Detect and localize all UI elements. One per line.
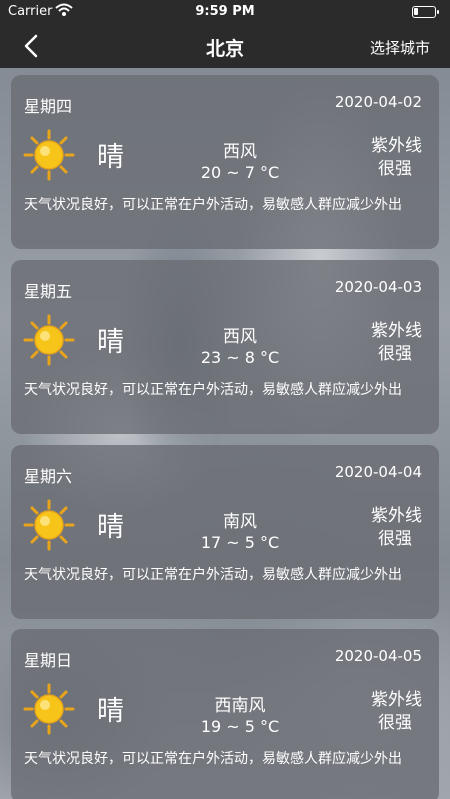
date-label: 2020-04-04 xyxy=(334,463,422,481)
sun-icon xyxy=(23,314,75,366)
advice-text: 天气状况良好，可以正常在户外活动，易敏感人群应减少外出 xyxy=(24,567,402,583)
uv-level: 很强 xyxy=(378,344,412,364)
wind-label: 南风 xyxy=(223,512,257,532)
forecast-card: 星期四 2020-04-02 晴 西风 20 ~ 7 °C 紫外线 很强 天气状… xyxy=(11,75,439,249)
uv-label: 紫外线 xyxy=(371,321,422,341)
date-label: 2020-04-05 xyxy=(334,647,422,665)
advice-text: 天气状况良好，可以正常在户外活动，易敏感人群应减少外出 xyxy=(24,751,402,767)
date-label: 2020-04-02 xyxy=(334,93,422,111)
condition-label: 晴 xyxy=(97,512,124,543)
wind-label: 西风 xyxy=(223,142,257,162)
condition-label: 晴 xyxy=(97,696,124,727)
uv-label: 紫外线 xyxy=(371,690,422,710)
temperature-range: 17 ~ 5 °C xyxy=(200,533,280,552)
condition-label: 晴 xyxy=(97,327,124,358)
weekday-label: 星期四 xyxy=(24,97,73,116)
sun-icon xyxy=(23,499,75,551)
status-bar: Carrier 9:59 PM xyxy=(0,0,450,24)
battery-icon xyxy=(412,6,439,18)
advice-text: 天气状况良好，可以正常在户外活动，易敏感人群应减少外出 xyxy=(24,382,402,398)
wind-label: 西南风 xyxy=(214,696,266,716)
forecast-card: 星期日 2020-04-05 晴 西南风 19 ~ 5 °C 紫外线 很强 天气… xyxy=(11,629,439,799)
uv-level: 很强 xyxy=(378,159,412,179)
uv-label: 紫外线 xyxy=(371,136,422,156)
temperature-range: 20 ~ 7 °C xyxy=(200,163,280,182)
temperature-range: 23 ~ 8 °C xyxy=(200,348,280,367)
date-label: 2020-04-03 xyxy=(334,278,422,296)
weekday-label: 星期六 xyxy=(24,467,73,486)
advice-text: 天气状况良好，可以正常在户外活动，易敏感人群应减少外出 xyxy=(24,197,402,213)
forecast-card: 星期五 2020-04-03 晴 西风 23 ~ 8 °C 紫外线 很强 天气状… xyxy=(11,260,439,434)
weekday-label: 星期五 xyxy=(24,282,73,301)
sun-icon xyxy=(23,683,75,735)
forecast-card: 星期六 2020-04-04 晴 南风 17 ~ 5 °C 紫外线 很强 天气状… xyxy=(11,445,439,619)
condition-label: 晴 xyxy=(97,142,124,173)
clock: 9:59 PM xyxy=(195,4,255,19)
sun-icon xyxy=(23,129,75,181)
uv-level: 很强 xyxy=(378,529,412,549)
weekday-label: 星期日 xyxy=(24,651,73,670)
select-city-button[interactable]: 选择城市 xyxy=(370,37,430,58)
wind-label: 西风 xyxy=(223,327,257,347)
uv-label: 紫外线 xyxy=(371,506,422,526)
nav-bar: 北京 选择城市 xyxy=(0,24,450,68)
temperature-range: 19 ~ 5 °C xyxy=(200,717,280,736)
uv-level: 很强 xyxy=(378,713,412,733)
